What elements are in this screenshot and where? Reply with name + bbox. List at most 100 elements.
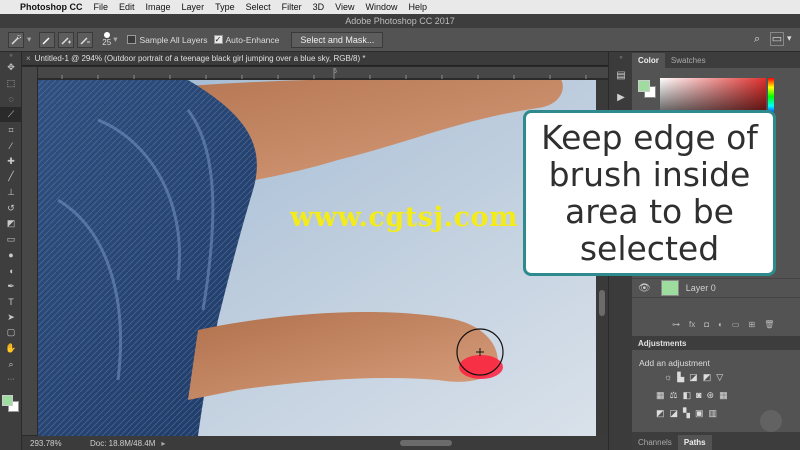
- foreground-color-swatch[interactable]: [2, 395, 13, 407]
- sample-all-layers-checkbox[interactable]: [127, 35, 137, 44]
- chevron-down-icon[interactable]: ▾: [27, 34, 31, 45]
- brush-picker-chevron-icon[interactable]: ▾: [113, 34, 117, 45]
- adjustment-row-3: ◩ ◪ ▚ ▣ ▥: [656, 408, 717, 419]
- eraser-tool-icon[interactable]: ◩: [0, 216, 22, 232]
- tab-channels[interactable]: Channels: [632, 435, 678, 450]
- menu-filter[interactable]: Filter: [282, 2, 302, 12]
- doc-size: Doc: 18.8M/48.4M: [90, 438, 156, 448]
- menu-help[interactable]: Help: [408, 2, 427, 12]
- workspace-chevron-icon[interactable]: ▾: [787, 33, 792, 44]
- trash-icon[interactable]: 🗑: [764, 320, 774, 329]
- layer-name[interactable]: Layer 0: [686, 283, 716, 293]
- tab-swatches[interactable]: Swatches: [665, 53, 712, 68]
- menu-layer[interactable]: Layer: [182, 2, 205, 12]
- crop-tool-icon[interactable]: ⌗: [0, 122, 22, 138]
- image-canvas[interactable]: [38, 80, 596, 436]
- new-layer-icon[interactable]: ⊞: [748, 320, 755, 329]
- menu-3d[interactable]: 3D: [313, 2, 325, 12]
- adjustments-title: Adjustments: [638, 339, 687, 348]
- history-brush-tool-icon[interactable]: ↺: [0, 200, 22, 216]
- new-group-icon[interactable]: ▭: [732, 320, 740, 329]
- eyedropper-tool-icon[interactable]: ⁄: [0, 138, 22, 154]
- black-white-icon[interactable]: ◧: [683, 390, 692, 401]
- adjustment-layer-icon[interactable]: ◐: [718, 320, 723, 329]
- options-bar: ▾ 25 ▾ Sample All Layers ✓ Auto-Enhance …: [0, 28, 800, 52]
- tab-color[interactable]: Color: [632, 53, 665, 68]
- selective-color-icon[interactable]: ▣: [695, 408, 704, 419]
- layer-row[interactable]: 👁 Layer 0: [632, 278, 800, 298]
- gradient-tool-icon[interactable]: ▭: [0, 232, 22, 248]
- close-icon[interactable]: ×: [26, 54, 31, 63]
- panel-foreground-swatch[interactable]: [638, 80, 650, 92]
- exposure-icon[interactable]: ◩: [703, 372, 712, 383]
- menu-app-name[interactable]: Photoshop CC: [20, 2, 83, 12]
- dodge-tool-icon[interactable]: ◖: [0, 263, 22, 279]
- photo-filter-icon[interactable]: ◙: [696, 390, 701, 401]
- auto-enhance-label: Auto-Enhance: [225, 34, 280, 45]
- color-balance-icon[interactable]: ⚖: [670, 390, 678, 401]
- lasso-tool-icon[interactable]: ◌: [0, 91, 22, 107]
- fx-icon[interactable]: fx: [689, 320, 695, 329]
- document-tab[interactable]: × Untitled-1 @ 294% (Outdoor portrait of…: [22, 52, 608, 66]
- color-lookup-icon[interactable]: ▦: [719, 390, 728, 401]
- channel-mixer-icon[interactable]: ⊛: [707, 390, 715, 401]
- instruction-callout: Keep edge of brush inside area to be sel…: [523, 110, 776, 276]
- menu-edit[interactable]: Edit: [119, 2, 135, 12]
- history-panel-icon[interactable]: ▤: [609, 64, 633, 86]
- type-tool-icon[interactable]: T: [0, 294, 22, 310]
- brightness-icon[interactable]: ☼: [664, 372, 672, 383]
- tab-paths[interactable]: Paths: [677, 435, 712, 450]
- brush-tool-icon[interactable]: ╱: [0, 169, 22, 185]
- zoom-level[interactable]: 293.78%: [30, 439, 86, 448]
- invert-icon[interactable]: ◩: [656, 408, 665, 419]
- vertical-scroll-thumb[interactable]: [599, 290, 605, 316]
- menu-window[interactable]: Window: [365, 2, 397, 12]
- add-mask-icon[interactable]: ◘: [704, 320, 709, 329]
- brush-add-icon: [61, 36, 72, 45]
- auto-enhance-checkbox[interactable]: ✓: [213, 35, 223, 44]
- eye-icon[interactable]: 👁: [638, 283, 651, 294]
- bottom-panel-tabs: Channels Paths: [632, 432, 800, 450]
- marquee-tool-icon[interactable]: ⬚: [0, 76, 22, 92]
- move-tool-icon[interactable]: ✥: [0, 60, 22, 76]
- status-chevron-icon[interactable]: ▸: [161, 439, 165, 448]
- quick-selection-preset-button[interactable]: [8, 31, 24, 48]
- curves-icon[interactable]: ◪: [689, 372, 698, 383]
- zoom-tool-icon[interactable]: ⌕: [0, 356, 22, 372]
- search-icon[interactable]: ⌕: [754, 33, 760, 46]
- menu-type[interactable]: Type: [215, 2, 235, 12]
- brush-size-picker[interactable]: 25: [102, 32, 111, 47]
- color-panel-tabs: Color Swatches: [632, 52, 800, 68]
- play-actions-icon[interactable]: ▶: [609, 86, 633, 108]
- add-to-selection-button[interactable]: [58, 31, 75, 48]
- path-selection-tool-icon[interactable]: ➤: [0, 310, 22, 326]
- quick-selection-tool-icon[interactable]: ⟋: [0, 106, 22, 123]
- hue-saturation-icon[interactable]: ▦: [656, 390, 665, 401]
- link-layers-icon[interactable]: ⊶: [672, 320, 680, 329]
- healing-brush-tool-icon[interactable]: ✚: [0, 154, 22, 170]
- gradient-map-icon[interactable]: ▥: [708, 408, 717, 419]
- new-selection-button[interactable]: [39, 31, 56, 48]
- blur-tool-icon[interactable]: ●: [0, 247, 22, 263]
- shape-tool-icon[interactable]: ▢: [0, 325, 22, 341]
- threshold-icon[interactable]: ▚: [683, 408, 690, 419]
- menu-select[interactable]: Select: [246, 2, 271, 12]
- more-tools-icon[interactable]: ···: [0, 372, 22, 388]
- levels-icon[interactable]: ▙: [677, 372, 684, 383]
- subtract-from-selection-button[interactable]: [77, 31, 94, 48]
- status-bar: 293.78% Doc: 18.8M/48.4M ▸: [22, 436, 608, 450]
- pluralsight-logo-icon: [760, 410, 782, 432]
- dock-collapse-icon[interactable]: «: [609, 52, 633, 64]
- menu-file[interactable]: File: [94, 2, 109, 12]
- pen-tool-icon[interactable]: ✒: [0, 278, 22, 294]
- workspace-icon[interactable]: ▭: [770, 32, 784, 46]
- menu-image[interactable]: Image: [146, 2, 171, 12]
- select-and-mask-button[interactable]: Select and Mask...: [291, 31, 384, 48]
- clone-stamp-tool-icon[interactable]: ⊥: [0, 185, 22, 201]
- hand-tool-icon[interactable]: ✋: [0, 341, 22, 357]
- horizontal-scroll-thumb[interactable]: [400, 440, 452, 446]
- vibrance-icon[interactable]: ▽: [716, 372, 723, 383]
- menu-view[interactable]: View: [335, 2, 354, 12]
- tools-collapse-icon[interactable]: »: [0, 52, 22, 60]
- posterize-icon[interactable]: ◪: [670, 408, 679, 419]
